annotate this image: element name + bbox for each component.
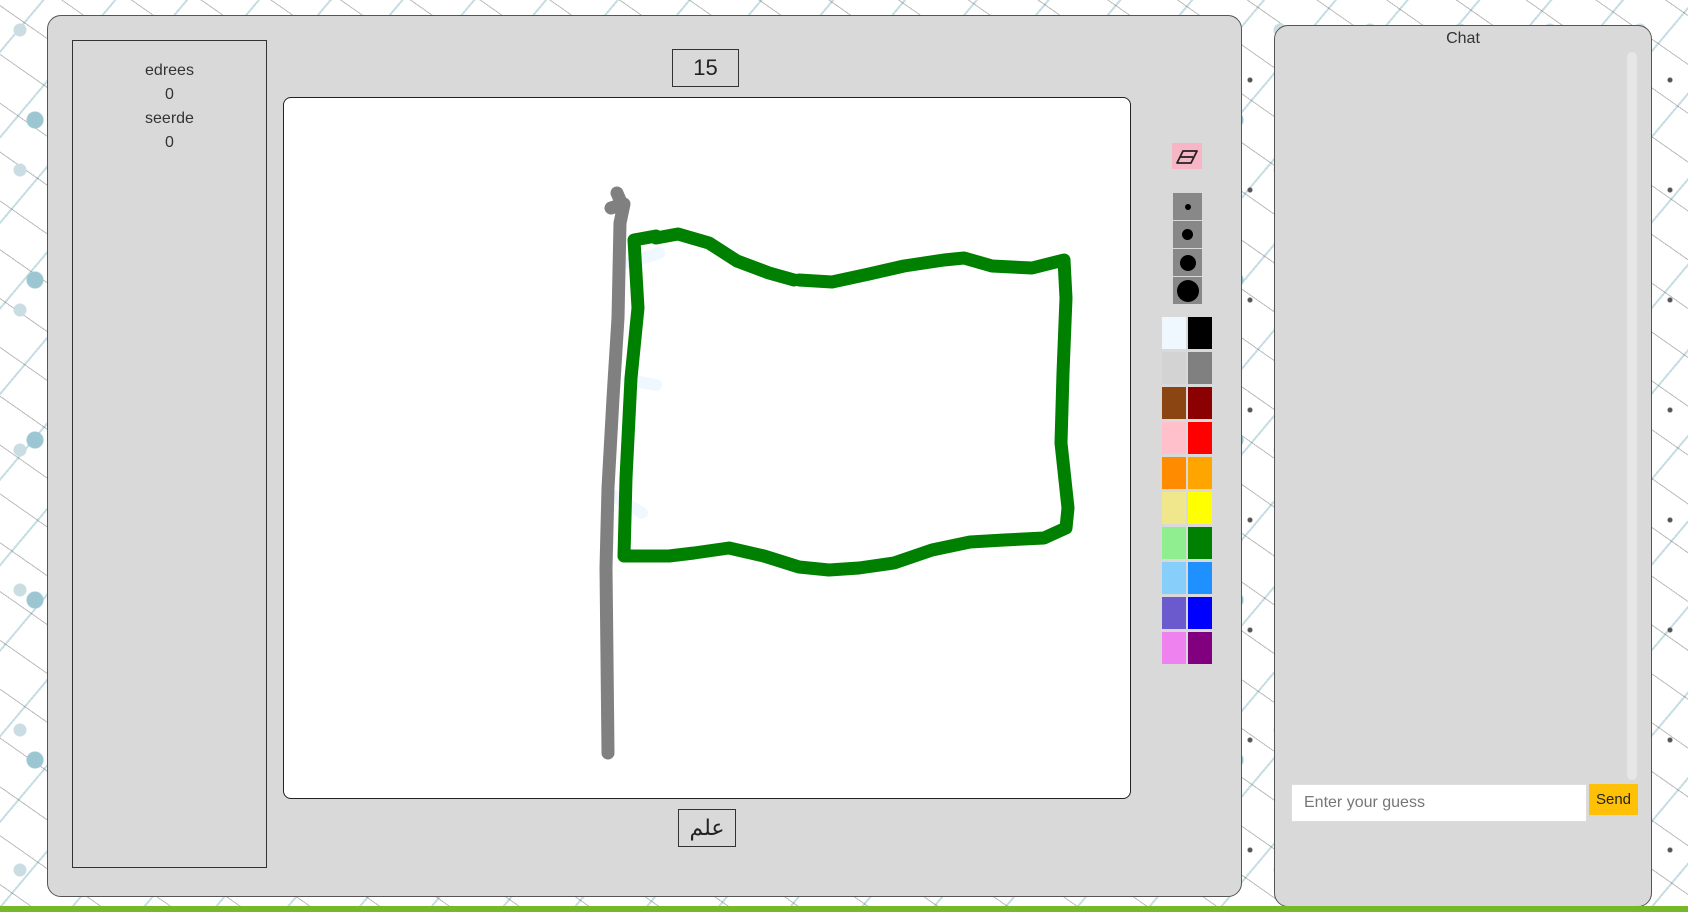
player-name: edrees bbox=[145, 62, 194, 79]
round-timer: 15 bbox=[672, 49, 739, 87]
guess-input[interactable] bbox=[1291, 784, 1587, 822]
color-swatch-light-green[interactable] bbox=[1162, 527, 1186, 559]
color-swatch-pink[interactable] bbox=[1162, 422, 1186, 454]
drawing-surface[interactable] bbox=[284, 98, 1130, 798]
drawing-stroke-flag bbox=[617, 227, 1075, 577]
color-swatch-orange[interactable] bbox=[1188, 457, 1212, 489]
color-swatch-red[interactable] bbox=[1188, 422, 1212, 454]
player-name: seerde bbox=[145, 110, 194, 127]
chat-scrollbar[interactable] bbox=[1627, 52, 1637, 780]
brush-size-x-large[interactable] bbox=[1173, 277, 1202, 304]
color-swatch-purple[interactable] bbox=[1188, 632, 1212, 664]
color-swatch-light-gray[interactable] bbox=[1162, 352, 1186, 384]
guess-form: Send bbox=[1291, 784, 1638, 822]
chat-title: Chat bbox=[1446, 30, 1480, 47]
eraser-button[interactable] bbox=[1172, 143, 1202, 169]
color-swatch-gray[interactable] bbox=[1188, 352, 1212, 384]
drawing-canvas[interactable] bbox=[283, 97, 1131, 799]
color-swatch-green[interactable] bbox=[1188, 527, 1212, 559]
color-swatch-violet[interactable] bbox=[1162, 632, 1186, 664]
footer-strip bbox=[0, 906, 1688, 912]
brush-size-small[interactable] bbox=[1173, 193, 1202, 220]
color-swatch-black[interactable] bbox=[1188, 317, 1212, 349]
eraser-icon bbox=[1176, 150, 1198, 164]
chat-panel: Chat Send bbox=[1274, 25, 1652, 907]
color-swatch-light-sky-blue[interactable] bbox=[1162, 562, 1186, 594]
color-swatch-blue[interactable] bbox=[1188, 597, 1212, 629]
player-score: 0 bbox=[165, 86, 174, 103]
brush-size-selector bbox=[1173, 193, 1202, 305]
game-panel: edrees 0 seerde 0 15 علم bbox=[47, 15, 1242, 897]
brush-size-medium[interactable] bbox=[1173, 221, 1202, 248]
color-swatch-yellow[interactable] bbox=[1188, 492, 1212, 524]
color-swatch-dodger-blue[interactable] bbox=[1188, 562, 1212, 594]
brush-size-large[interactable] bbox=[1173, 249, 1202, 276]
player-score: 0 bbox=[165, 134, 174, 151]
current-word: علم bbox=[678, 809, 736, 847]
color-swatch-dark-red[interactable] bbox=[1188, 387, 1212, 419]
chat-messages bbox=[1291, 50, 1631, 778]
color-swatch-saddle-brown[interactable] bbox=[1162, 387, 1186, 419]
scoreboard: edrees 0 seerde 0 bbox=[72, 40, 267, 868]
color-swatch-alice-blue[interactable] bbox=[1162, 317, 1186, 349]
send-button[interactable]: Send bbox=[1589, 784, 1638, 815]
color-swatch-khaki[interactable] bbox=[1162, 492, 1186, 524]
color-palette bbox=[1162, 317, 1212, 664]
color-swatch-dark-orange[interactable] bbox=[1162, 457, 1186, 489]
color-swatch-slate-blue[interactable] bbox=[1162, 597, 1186, 629]
